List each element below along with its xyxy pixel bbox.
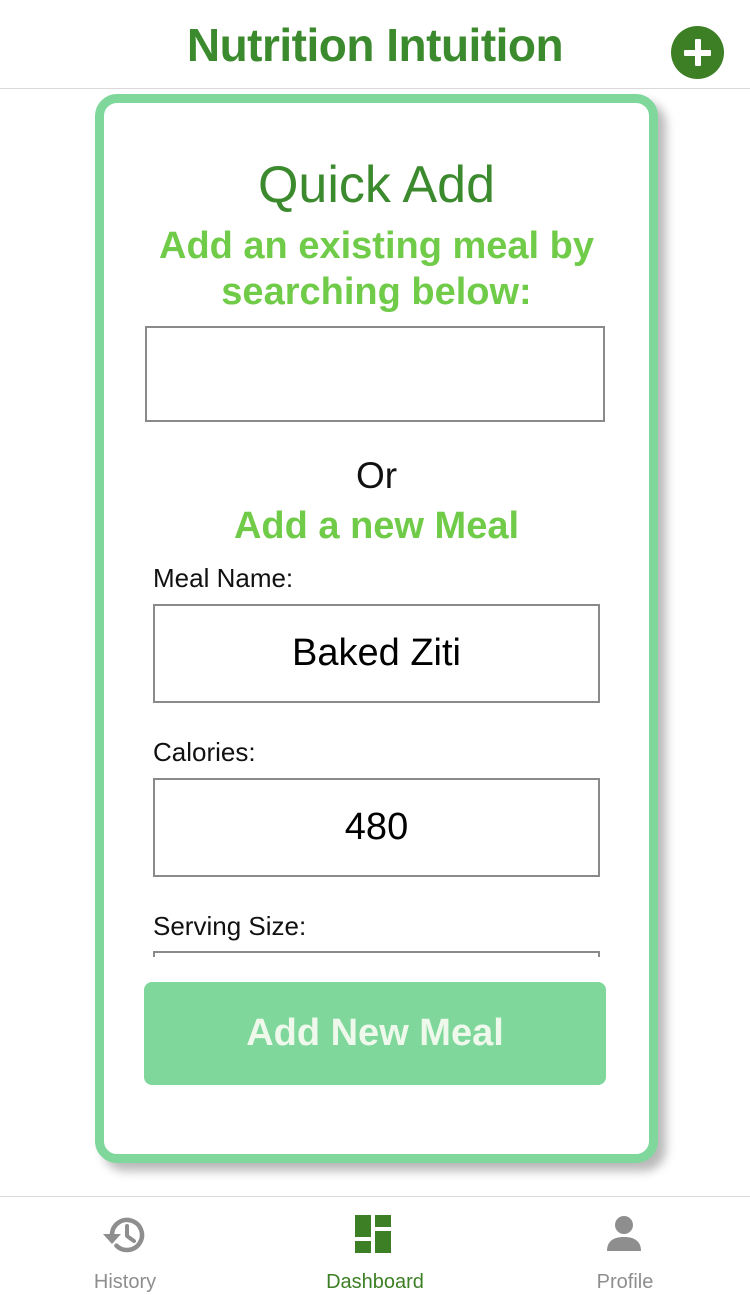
bottom-tab-bar: History Dashboard Profile xyxy=(0,1196,750,1295)
quick-add-subtitle: Add an existing meal by searching below: xyxy=(159,225,594,313)
add-button[interactable] xyxy=(671,26,724,79)
person-icon xyxy=(607,1216,641,1251)
calories-label: Calories: xyxy=(153,737,256,767)
app-header: Nutrition Intuition xyxy=(0,0,750,89)
tab-history-label: History xyxy=(93,1271,157,1293)
meal-search-input[interactable] xyxy=(145,326,605,422)
serving-size-label: Serving Size: xyxy=(153,911,307,941)
meal-name-input[interactable] xyxy=(153,604,600,703)
meal-name-label: Meal Name: xyxy=(153,563,294,593)
history-icon xyxy=(103,1217,145,1253)
quick-add-title: Quick Add xyxy=(257,156,496,214)
dashboard-icon xyxy=(355,1215,391,1253)
calories-input[interactable] xyxy=(153,778,600,877)
tab-profile-label: Profile xyxy=(596,1271,654,1293)
tab-dashboard-label: Dashboard xyxy=(326,1271,424,1293)
new-meal-heading: Add a new Meal xyxy=(233,505,520,547)
add-new-meal-button[interactable]: Add New Meal xyxy=(144,982,606,1085)
tab-profile[interactable]: Profile xyxy=(500,1197,750,1295)
serving-size-input[interactable] xyxy=(153,951,600,957)
app-title: Nutrition Intuition xyxy=(186,19,564,71)
tab-history[interactable]: History xyxy=(0,1197,250,1295)
quick-add-card: Quick Add Add an existing meal by search… xyxy=(95,94,658,1163)
or-divider-text: Or xyxy=(355,455,398,496)
tab-dashboard[interactable]: Dashboard xyxy=(250,1197,500,1295)
